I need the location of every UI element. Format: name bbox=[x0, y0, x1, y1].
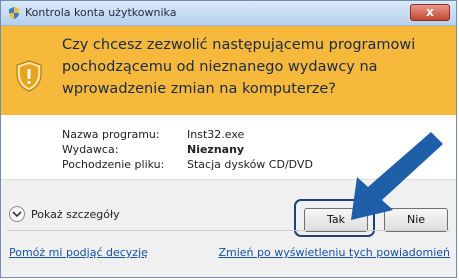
detail-label: Wydawca: bbox=[62, 143, 119, 156]
warning-shield-icon bbox=[16, 60, 42, 92]
detail-label: Pochodzenie pliku: bbox=[62, 158, 165, 171]
detail-row-origin: Pochodzenie pliku: Stacja dysków CD/DVD bbox=[62, 158, 313, 171]
detail-value: Inst32.exe bbox=[187, 128, 245, 141]
change-notifications-link[interactable]: Zmień po wyświetleniu tych powiadomień bbox=[218, 246, 450, 259]
detail-value: Nieznany bbox=[187, 143, 245, 156]
chevron-down-icon[interactable] bbox=[9, 206, 25, 222]
close-button[interactable]: x bbox=[410, 4, 450, 21]
dialog-footer: Pokaż szczegóły Tak Nie Pomóż mi podjąć … bbox=[1, 179, 456, 277]
show-details-label[interactable]: Pokaż szczegóły bbox=[31, 208, 120, 221]
warning-banner: Czy chcesz zezwolić następującemu progra… bbox=[1, 26, 456, 115]
show-details-toggle[interactable]: Pokaż szczegóły bbox=[9, 206, 120, 222]
no-button[interactable]: Nie bbox=[384, 208, 448, 232]
uac-question: Czy chcesz zezwolić następującemu progra… bbox=[62, 37, 416, 97]
footer-divider bbox=[7, 230, 450, 231]
detail-row-publisher: Wydawca: Nieznany bbox=[62, 143, 244, 156]
detail-value: Stacja dysków CD/DVD bbox=[187, 158, 313, 171]
detail-label: Nazwa programu: bbox=[62, 128, 160, 141]
close-icon: x bbox=[426, 5, 434, 19]
program-details: Nazwa programu: Inst32.exe Wydawca: Niezna… bbox=[1, 115, 456, 179]
yes-button[interactable]: Tak bbox=[304, 208, 368, 232]
detail-row-program: Nazwa programu: Inst32.exe bbox=[62, 128, 244, 141]
help-link[interactable]: Pomóż mi podjąć decyzję bbox=[9, 246, 148, 259]
uac-dialog: Kontrola konta użytkownika x Czy chcesz … bbox=[0, 0, 457, 278]
title-bar: Kontrola konta użytkownika x bbox=[1, 1, 456, 26]
shield-icon bbox=[9, 7, 19, 19]
window-title: Kontrola konta użytkownika bbox=[25, 6, 177, 19]
